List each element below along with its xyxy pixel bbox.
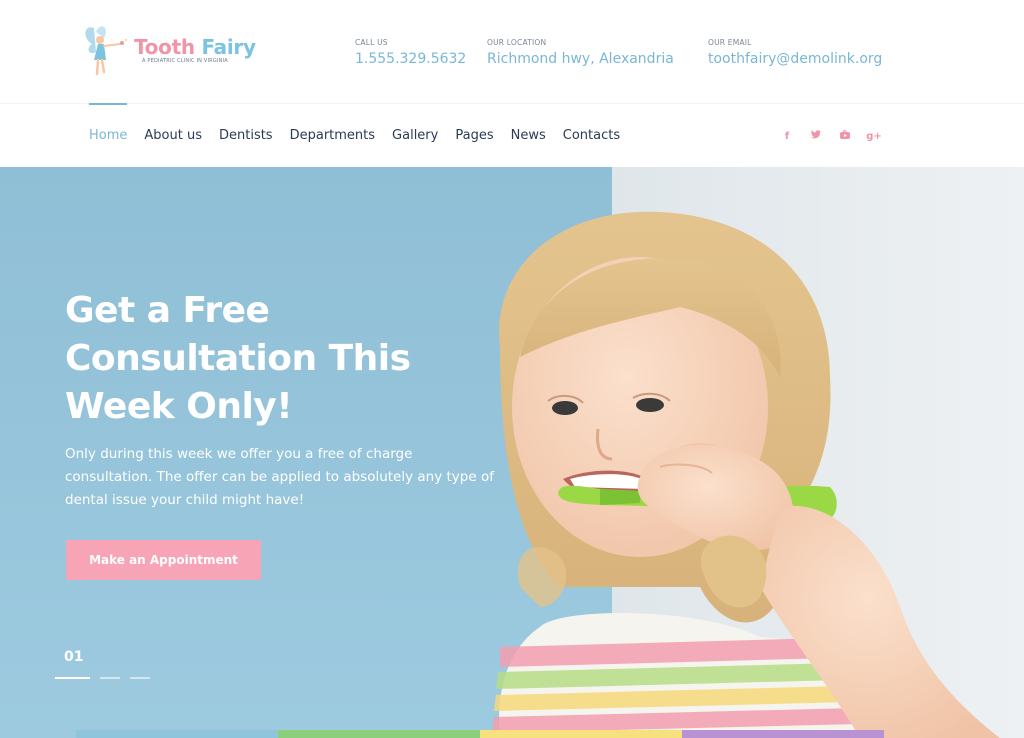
- contact-phone-value[interactable]: 1.555.329.5632: [355, 50, 466, 68]
- nav-item-contacts[interactable]: Contacts: [563, 104, 620, 168]
- hero-title-line1: Get a Free: [65, 290, 270, 331]
- contact-phone: CALL US 1.555.329.5632: [355, 38, 466, 68]
- contact-location: OUR LOCATION Richmond hwy, Alexandria: [487, 38, 674, 68]
- color-strip-yellow: [480, 730, 682, 738]
- fairy-icon: [85, 26, 127, 76]
- logo-subtitle: A pediatric clinic in Virginia: [142, 58, 228, 64]
- nav-item-about-us[interactable]: About us: [144, 104, 202, 168]
- color-strip-green: [278, 730, 480, 738]
- hero-title-line2: Consultation This: [65, 338, 411, 379]
- slide-number: 01: [64, 649, 84, 665]
- contact-location-label: OUR LOCATION: [487, 38, 547, 47]
- google-plus-icon[interactable]: g+: [865, 128, 883, 146]
- hero-slider: Get a Free Consultation This Week Only! …: [0, 167, 1024, 738]
- social-links: f g+: [778, 128, 894, 146]
- nav-item-dentists[interactable]: Dentists: [219, 104, 273, 168]
- site-header: Tooth Fairy A pediatric clinic in Virgin…: [0, 0, 1024, 103]
- nav-item-pages[interactable]: Pages: [455, 104, 493, 168]
- slider-pagination: [55, 677, 160, 679]
- slider-dot-1[interactable]: [55, 677, 90, 679]
- contact-location-value[interactable]: Richmond hwy, Alexandria: [487, 50, 674, 68]
- color-strip-blue: [76, 730, 278, 738]
- nav-item-home[interactable]: Home: [89, 103, 128, 168]
- slider-dot-2[interactable]: [100, 677, 120, 679]
- contact-phone-label: CALL US: [355, 38, 388, 47]
- nav-item-gallery[interactable]: Gallery: [392, 104, 438, 168]
- twitter-icon[interactable]: [807, 128, 825, 146]
- logo[interactable]: Tooth Fairy A pediatric clinic in Virgin…: [80, 22, 270, 82]
- slider-dot-3[interactable]: [130, 677, 150, 679]
- hero-description: Only during this week we offer you a fre…: [65, 446, 494, 508]
- nav-item-departments[interactable]: Departments: [290, 104, 375, 168]
- make-appointment-button[interactable]: Make an Appointment: [66, 540, 261, 580]
- hero-title: Get a Free Consultation This Week Only!: [65, 287, 525, 431]
- color-strip-purple: [682, 730, 884, 738]
- contact-email-label: OUR EMAIL: [708, 38, 752, 47]
- hero-title-line3: Week Only!: [65, 386, 293, 427]
- logo-title: Tooth Fairy: [134, 35, 256, 59]
- contact-email: OUR EMAIL toothfairy@demolink.org: [708, 38, 882, 68]
- contact-email-value[interactable]: toothfairy@demolink.org: [708, 50, 882, 68]
- nav-item-news[interactable]: News: [511, 104, 546, 168]
- color-strip: [76, 730, 884, 738]
- main-navbar: Home About us Dentists Departments Galle…: [0, 103, 1024, 167]
- logo-title-part1: Tooth: [134, 35, 195, 59]
- main-nav: Home About us Dentists Departments Galle…: [89, 103, 637, 168]
- youtube-icon[interactable]: [836, 128, 854, 146]
- facebook-icon[interactable]: f: [778, 128, 796, 146]
- logo-title-part2: Fairy: [201, 35, 256, 59]
